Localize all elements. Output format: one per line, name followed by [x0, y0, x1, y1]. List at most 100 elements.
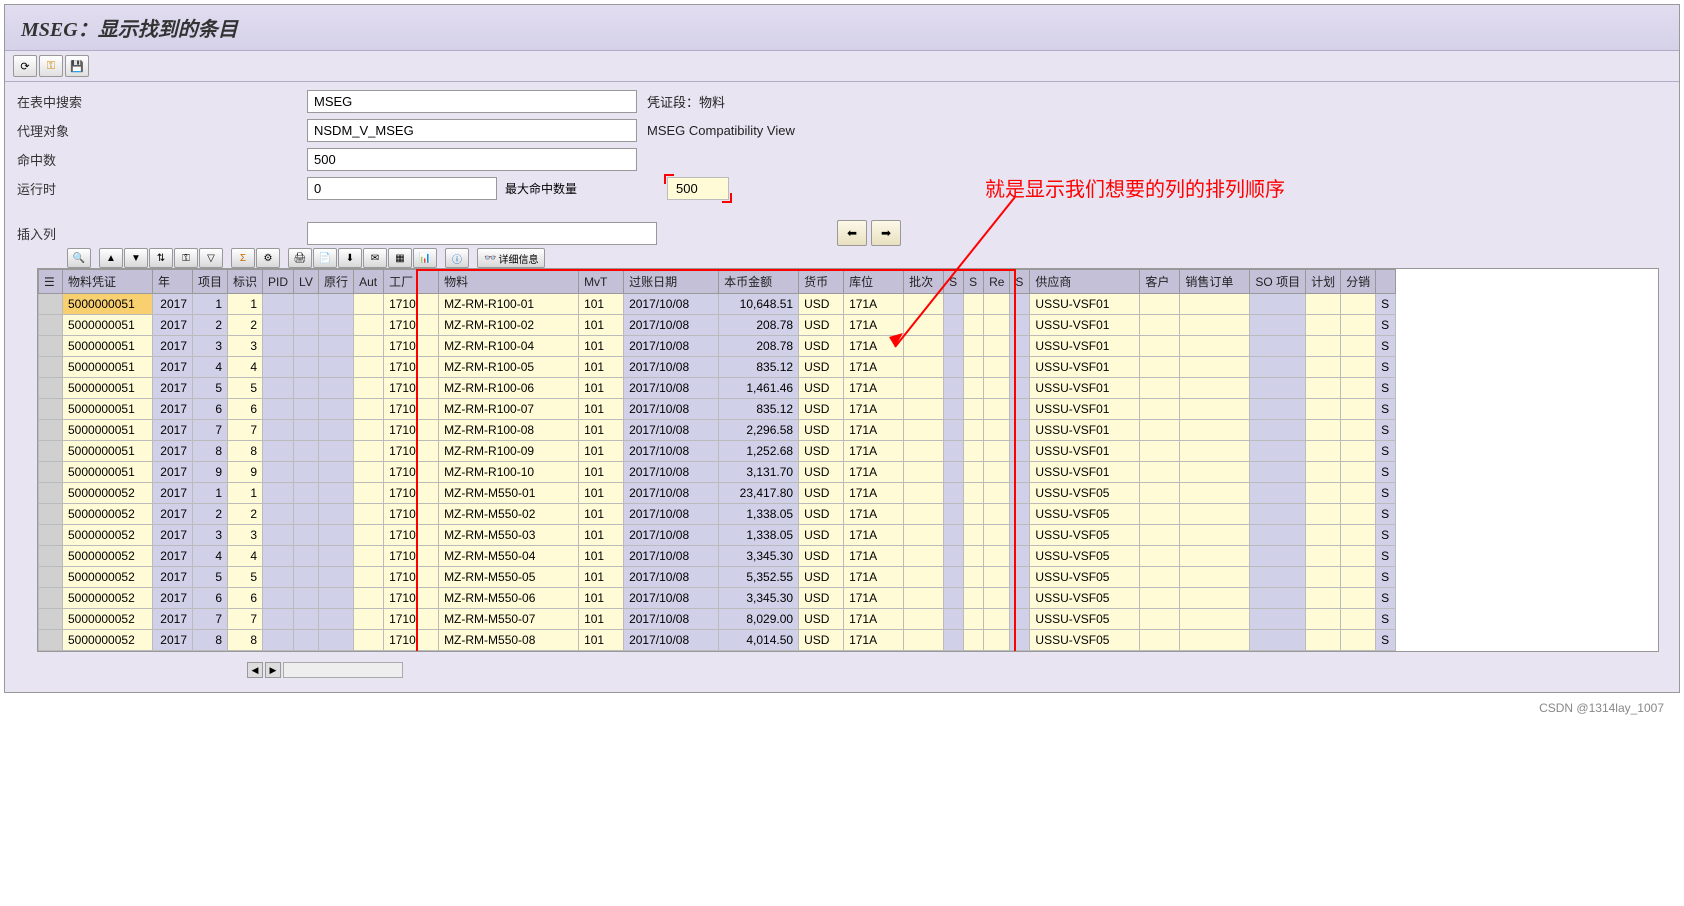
col-header[interactable]: 供应商	[1030, 270, 1140, 294]
row-selector[interactable]	[39, 609, 63, 630]
table-row[interactable]: 50000000522017771710MZ-RM-M550-071012017…	[39, 609, 1396, 630]
col-header[interactable]: 客户	[1140, 270, 1180, 294]
col-header[interactable]	[1376, 270, 1396, 294]
search-input[interactable]	[307, 90, 637, 113]
row-selector[interactable]	[39, 441, 63, 462]
row-selector[interactable]	[39, 420, 63, 441]
row-selector[interactable]	[39, 336, 63, 357]
col-header[interactable]: 标识	[228, 270, 263, 294]
download-icon[interactable]: ⬇	[338, 248, 362, 268]
table-row[interactable]: 50000000512017661710MZ-RM-R100-071012017…	[39, 399, 1396, 420]
proxy-input[interactable]	[307, 119, 637, 142]
row-selector[interactable]	[39, 315, 63, 336]
col-header[interactable]: 库位	[844, 270, 904, 294]
cell: 5000000051	[63, 420, 153, 441]
cell	[354, 588, 384, 609]
row-selector[interactable]	[39, 294, 63, 315]
row-selector[interactable]	[39, 378, 63, 399]
cell	[319, 336, 354, 357]
mail-icon[interactable]: ✉	[363, 248, 387, 268]
insert-col-left-icon[interactable]: ⬅	[837, 220, 867, 246]
cell: 8	[228, 441, 263, 462]
scroll-left-icon[interactable]: ◀	[247, 662, 263, 678]
row-selector[interactable]	[39, 357, 63, 378]
col-header[interactable]: 计划	[1306, 270, 1341, 294]
row-selector[interactable]	[39, 462, 63, 483]
table-row[interactable]: 50000000512017331710MZ-RM-R100-041012017…	[39, 336, 1396, 357]
graph-icon[interactable]: 📊	[413, 248, 437, 268]
col-header[interactable]: 物料	[439, 270, 579, 294]
col-header[interactable]: 货币	[799, 270, 844, 294]
sort-asc-icon[interactable]: ▲	[99, 248, 123, 268]
row-selector[interactable]	[39, 504, 63, 525]
table-row[interactable]: 50000000522017221710MZ-RM-M550-021012017…	[39, 504, 1396, 525]
scroll-right-icon[interactable]: ▶	[265, 662, 281, 678]
col-header[interactable]: S	[964, 270, 984, 294]
row-selector[interactable]	[39, 525, 63, 546]
find-icon[interactable]: 🔍	[67, 248, 91, 268]
col-header[interactable]: 工厂	[384, 270, 439, 294]
table-row[interactable]: 50000000512017111710MZ-RM-R100-011012017…	[39, 294, 1396, 315]
data-table-wrap[interactable]: ☰物料凭证年项目标识PIDLV原行Aut工厂物料MvT过账日期本币金额货币库位批…	[37, 268, 1659, 652]
horizontal-scrollbar[interactable]: ◀ ▶	[17, 660, 1667, 684]
col-header[interactable]: S	[944, 270, 964, 294]
select-all-header[interactable]: ☰	[39, 270, 63, 294]
col-header[interactable]: 原行	[319, 270, 354, 294]
col-header[interactable]: 销售订单	[1180, 270, 1250, 294]
table-row[interactable]: 50000000522017881710MZ-RM-M550-081012017…	[39, 630, 1396, 651]
insert-col-right-icon[interactable]: ➡	[871, 220, 901, 246]
sort-desc-icon[interactable]: ▼	[124, 248, 148, 268]
subtotal-icon[interactable]: ⚙	[256, 248, 280, 268]
print-icon[interactable]: 🖨	[288, 248, 312, 268]
insert-input[interactable]	[307, 222, 657, 245]
col-header[interactable]: Aut	[354, 270, 384, 294]
col-header[interactable]: 年	[153, 270, 193, 294]
col-header[interactable]: 项目	[193, 270, 228, 294]
hits-input[interactable]	[307, 148, 637, 171]
filter-icon[interactable]: ▽	[199, 248, 223, 268]
col-header[interactable]: 物料凭证	[63, 270, 153, 294]
table-row[interactable]: 50000000522017661710MZ-RM-M550-061012017…	[39, 588, 1396, 609]
row-selector[interactable]	[39, 588, 63, 609]
sort-icon[interactable]: ⇅	[149, 248, 173, 268]
table-row[interactable]: 50000000512017881710MZ-RM-R100-091012017…	[39, 441, 1396, 462]
cell	[964, 630, 984, 651]
row-selector[interactable]	[39, 630, 63, 651]
export-icon[interactable]: 📄	[313, 248, 337, 268]
cell	[354, 315, 384, 336]
col-header[interactable]: 分销	[1341, 270, 1376, 294]
detail-button[interactable]: 👓 详细信息	[477, 248, 545, 268]
row-selector[interactable]	[39, 399, 63, 420]
runtime-input[interactable]	[307, 177, 497, 200]
col-header[interactable]: MvT	[579, 270, 624, 294]
col-header[interactable]: Re	[984, 270, 1010, 294]
key-toggle-icon[interactable]: ⚿	[174, 248, 198, 268]
col-header[interactable]: 批次	[904, 270, 944, 294]
table-row[interactable]: 50000000512017221710MZ-RM-R100-021012017…	[39, 315, 1396, 336]
table-row[interactable]: 50000000522017551710MZ-RM-M550-051012017…	[39, 567, 1396, 588]
key-icon[interactable]: ⚿	[39, 55, 63, 77]
save-icon[interactable]: 💾	[65, 55, 89, 77]
table-row[interactable]: 50000000512017441710MZ-RM-R100-051012017…	[39, 357, 1396, 378]
row-selector[interactable]	[39, 546, 63, 567]
col-header[interactable]: 本币金额	[719, 270, 799, 294]
cell: 5,352.55	[719, 567, 799, 588]
table-row[interactable]: 50000000512017551710MZ-RM-R100-061012017…	[39, 378, 1396, 399]
layout-icon[interactable]: ▦	[388, 248, 412, 268]
max-hit-value[interactable]: 500	[667, 177, 729, 200]
table-row[interactable]: 50000000512017771710MZ-RM-R100-081012017…	[39, 420, 1396, 441]
table-row[interactable]: 50000000522017111710MZ-RM-M550-011012017…	[39, 483, 1396, 504]
col-header[interactable]: SO 项目	[1250, 270, 1306, 294]
col-header[interactable]: 过账日期	[624, 270, 719, 294]
row-selector[interactable]	[39, 483, 63, 504]
col-header[interactable]: LV	[294, 270, 319, 294]
table-row[interactable]: 50000000512017991710MZ-RM-R100-101012017…	[39, 462, 1396, 483]
table-row[interactable]: 50000000522017441710MZ-RM-M550-041012017…	[39, 546, 1396, 567]
table-row[interactable]: 50000000522017331710MZ-RM-M550-031012017…	[39, 525, 1396, 546]
row-selector[interactable]	[39, 567, 63, 588]
info-icon[interactable]: ⓘ	[445, 248, 469, 268]
sum-icon[interactable]: Σ	[231, 248, 255, 268]
refresh-icon[interactable]: ⟳	[13, 55, 37, 77]
col-header[interactable]: S	[1010, 270, 1030, 294]
col-header[interactable]: PID	[263, 270, 294, 294]
